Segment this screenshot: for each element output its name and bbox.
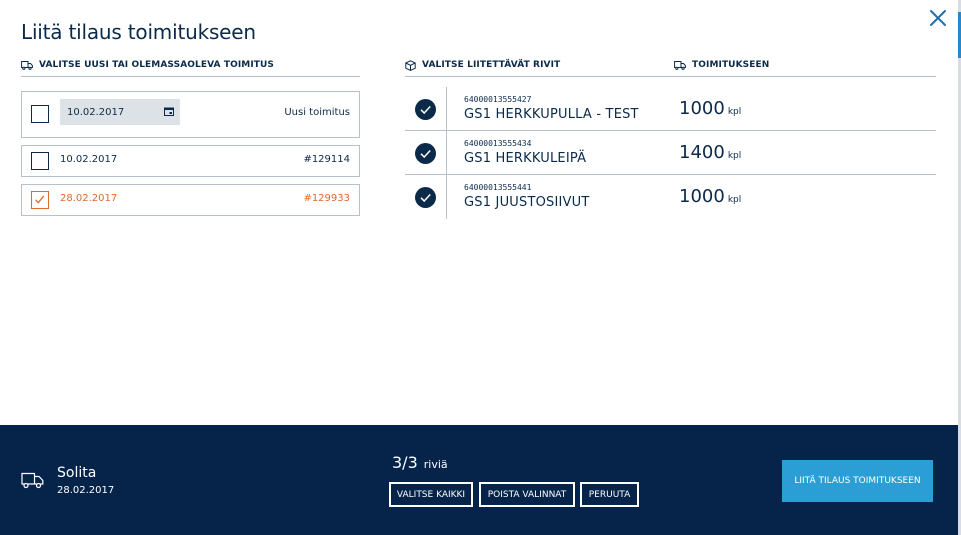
truck-icon (21, 61, 33, 70)
selected-rows-count: 3/3 riviä (392, 453, 448, 472)
selected-rows-value: 3/3 (392, 453, 418, 472)
calendar-icon[interactable] (164, 107, 174, 116)
row-checkbox-checked[interactable] (415, 99, 436, 120)
new-delivery-checkbox[interactable] (31, 105, 49, 123)
new-delivery-option: 10.02.2017 Uusi toimitus (21, 91, 360, 138)
row-quantity-value: 1000 (679, 186, 725, 207)
quantity-section-header: TOIMITUKSEEN (674, 57, 769, 73)
check-icon (420, 105, 431, 115)
row-quantity-unit: kpl (727, 195, 742, 205)
delivery-section-header: VALITSE UUSI TAI OLEMASSAOLEVA TOIMITUS (21, 57, 274, 73)
row-product-name: GS1 HERKKUPULLA - TEST (464, 107, 639, 122)
box-icon (405, 59, 416, 71)
row-quantity-unit: kpl (727, 151, 742, 161)
delivery-option-selected[interactable]: 28.02.2017 #129933 (21, 184, 360, 216)
order-row[interactable]: 64000013555441 GS1 JUUSTOSIIVUT 1000 kpl (405, 175, 936, 219)
truck-icon (21, 472, 44, 489)
delivery-section-title: VALITSE UUSI TAI OLEMASSAOLEVA TOIMITUS (39, 60, 275, 70)
delivery-number: #129933 (303, 193, 350, 204)
check-icon (420, 193, 431, 203)
row-product-code: 64000013555434 (464, 139, 532, 148)
delivery-checkbox-checked[interactable] (31, 191, 49, 209)
row-quantity-unit: kpl (727, 107, 742, 117)
clear-selection-button[interactable]: POISTA VALINNAT (479, 482, 575, 507)
delivery-date: 28.02.2017 (60, 193, 118, 204)
order-row[interactable]: 64000013555434 GS1 HERKKULEIPÄ 1400 kpl (405, 131, 936, 175)
row-divider (446, 175, 447, 219)
attach-order-button[interactable]: LIITÄ TILAUS TOIMITUKSEEN (782, 460, 933, 502)
row-divider (446, 131, 447, 175)
rows-section-divider (405, 76, 936, 77)
new-delivery-date-input[interactable]: 10.02.2017 (60, 99, 180, 125)
footer-supplier-name: Solita (57, 465, 97, 481)
row-product-name: GS1 HERKKULEIPÄ (464, 151, 587, 166)
quantity-section-title: TOIMITUKSEEN (692, 60, 770, 70)
truck-icon (674, 61, 686, 70)
row-product-code: 64000013555427 (464, 95, 532, 104)
row-quantity-value: 1000 (679, 98, 725, 119)
row-quantity-value: 1400 (679, 142, 725, 163)
delivery-date: 10.02.2017 (60, 154, 118, 165)
delivery-option[interactable]: 10.02.2017 #129114 (21, 145, 360, 177)
check-icon (35, 195, 45, 204)
modal-footer: Solita 28.02.2017 3/3 riviä VALITSE KAIK… (0, 425, 958, 535)
row-divider (446, 87, 447, 131)
row-quantity: 1000 kpl (679, 98, 741, 119)
row-quantity: 1000 kpl (679, 186, 741, 207)
cancel-button[interactable]: PERUUTA (580, 482, 639, 507)
attach-order-modal: Liitä tilaus toimitukseen VALITSE UUSI T… (0, 0, 958, 535)
rows-section-title: VALITSE LIITETTÄVÄT RIVIT (422, 60, 561, 70)
order-row[interactable]: 64000013555427 GS1 HERKKUPULLA - TEST 10… (405, 87, 936, 131)
delivery-section-divider (21, 76, 360, 77)
modal-title: Liitä tilaus toimitukseen (21, 20, 256, 44)
row-quantity: 1400 kpl (679, 142, 741, 163)
footer-delivery-date: 28.02.2017 (57, 485, 115, 496)
check-icon (420, 149, 431, 159)
row-checkbox-checked[interactable] (415, 187, 436, 208)
close-button[interactable] (928, 8, 948, 28)
row-checkbox-checked[interactable] (415, 143, 436, 164)
select-all-button[interactable]: VALITSE KAIKKI (389, 482, 473, 507)
delivery-number: #129114 (303, 154, 350, 165)
row-product-name: GS1 JUUSTOSIIVUT (464, 195, 590, 210)
delivery-checkbox[interactable] (31, 152, 49, 170)
new-delivery-label: Uusi toimitus (284, 107, 350, 118)
new-delivery-date-value: 10.02.2017 (67, 106, 125, 118)
row-product-code: 64000013555441 (464, 183, 532, 192)
rows-section-header: VALITSE LIITETTÄVÄT RIVIT (405, 57, 560, 73)
selected-rows-label: riviä (423, 458, 448, 471)
close-icon (930, 10, 946, 26)
